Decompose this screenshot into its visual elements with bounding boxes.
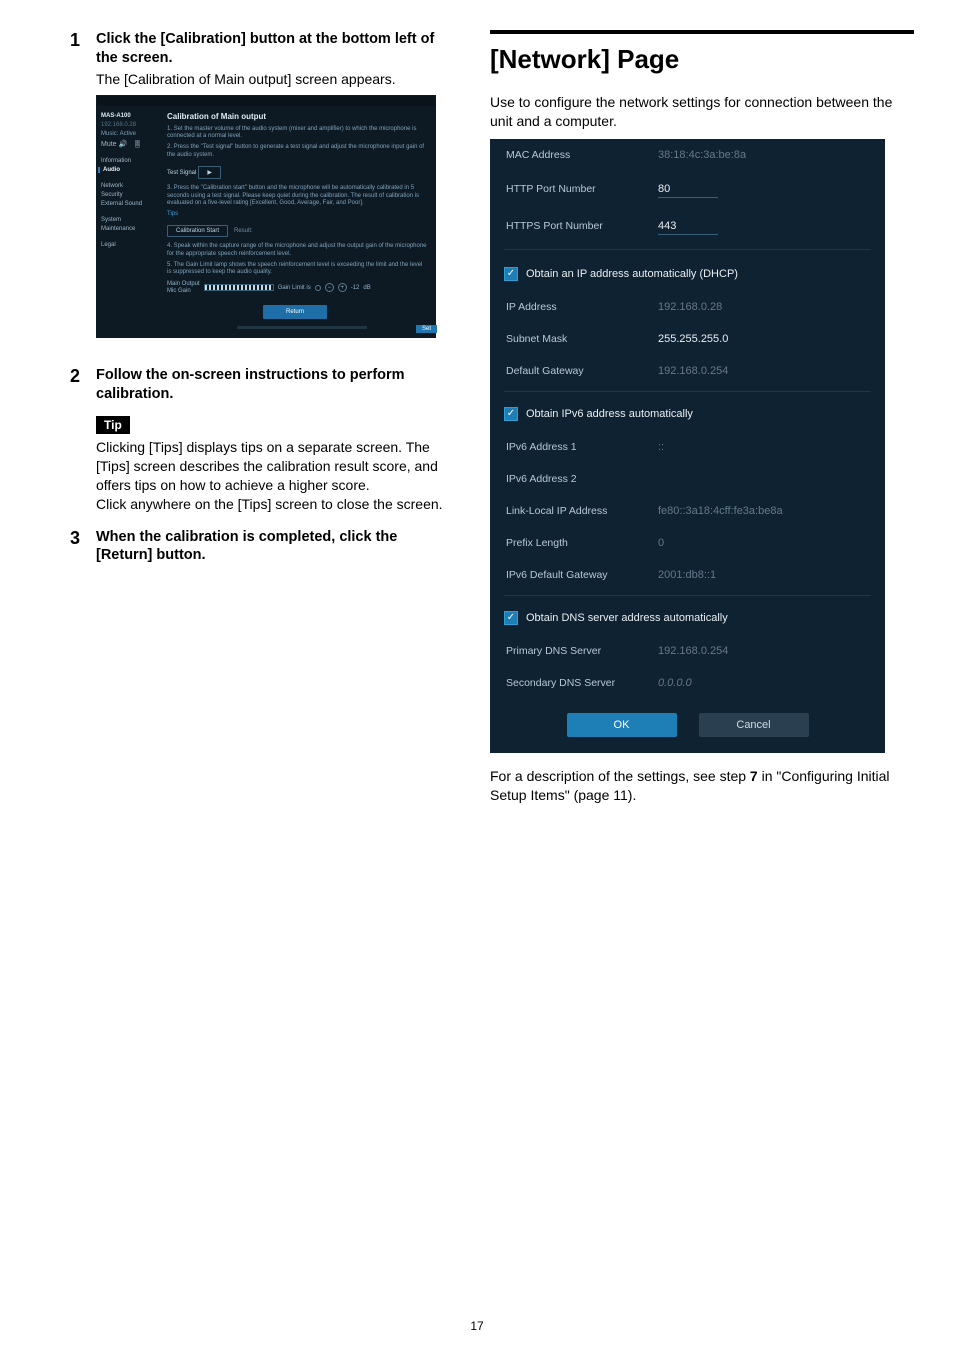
- app-heading: Calibration of Main output: [167, 112, 427, 121]
- default-gateway-label: Default Gateway: [506, 365, 646, 377]
- step-number-2: 2: [70, 366, 86, 513]
- sidebar-item-system[interactable]: System: [101, 217, 155, 223]
- meter-label-2: Mic Gain: [167, 288, 200, 295]
- sidebar-item-maintenance[interactable]: Maintenance: [101, 226, 155, 232]
- app-step4-text: 4. Speak within the capture range of the…: [167, 243, 427, 259]
- tips-link[interactable]: Tips: [167, 211, 178, 217]
- gain-limit-label: Gain Limit is: [278, 285, 311, 291]
- step-number-1: 1: [70, 30, 86, 352]
- app-scrollbar[interactable]: [237, 326, 367, 329]
- https-port-label: HTTPS Port Number: [506, 220, 646, 232]
- after-step-number: 7: [750, 768, 758, 784]
- step-3-title: When the calibration is completed, click…: [96, 528, 450, 566]
- cancel-button[interactable]: Cancel: [699, 713, 809, 737]
- step-2-title: Follow the on-screen instructions to per…: [96, 366, 450, 404]
- tip-text-2: Click anywhere on the [Tips] screen to c…: [96, 495, 450, 514]
- sidebar-item-network[interactable]: Network: [101, 183, 155, 189]
- result-label: Result:: [234, 228, 253, 234]
- gain-value: -12: [351, 285, 360, 291]
- gain-limit-lamp: [315, 285, 321, 291]
- https-port-input[interactable]: 443: [658, 218, 718, 235]
- gain-minus-button[interactable]: −: [325, 283, 334, 292]
- sidebar-item-external-sound[interactable]: External Sound: [101, 201, 155, 207]
- lead-text: Use to configure the network settings fo…: [490, 93, 914, 131]
- network-settings-panel: MAC Address 38:18:4c:3a:be:8a HTTP Port …: [490, 139, 885, 753]
- primary-dns-label: Primary DNS Server: [506, 645, 646, 657]
- after-text: For a description of the settings, see s…: [490, 767, 914, 806]
- app-step2-text: 2. Press the "Test signal" button to gen…: [167, 144, 427, 160]
- mac-address-label: MAC Address: [506, 149, 646, 161]
- app-ip-small: 192.168.0.28: [101, 122, 155, 128]
- app-mute-row: Mute 🔊 🎚: [101, 140, 155, 148]
- tip-text-1: Clicking [Tips] displays tips on a separ…: [96, 438, 450, 495]
- secondary-dns-label: Secondary DNS Server: [506, 677, 646, 689]
- primary-dns-value: 192.168.0.254: [658, 645, 728, 657]
- gain-unit: dB: [363, 285, 370, 291]
- section-rule: [490, 30, 914, 34]
- calibration-screenshot: MAS-A100 192.168.0.28 Music: Active Mute…: [96, 95, 436, 339]
- ipv6-addr1-label: IPv6 Address 1: [506, 441, 646, 453]
- sidebar-item-audio[interactable]: Audio: [98, 167, 155, 173]
- step-1-title: Click the [Calibration] button at the bo…: [96, 30, 450, 68]
- gain-plus-button[interactable]: +: [338, 283, 347, 292]
- ipv6-addr1-value: ::: [658, 441, 664, 453]
- secondary-dns-value: 0.0.0.0: [658, 677, 692, 689]
- dns-head-label: Obtain DNS server address automatically: [526, 612, 728, 624]
- dns-auto-checkbox[interactable]: ✓: [504, 611, 518, 625]
- mic-gain-meter: [204, 284, 274, 291]
- app-music-label: Music: Active: [101, 131, 155, 137]
- meter-label-1: Main Output: [167, 281, 200, 288]
- prefix-length-value: 0: [658, 537, 664, 549]
- step-number-3: 3: [70, 528, 86, 566]
- ipv6-gateway-label: IPv6 Default Gateway: [506, 569, 646, 581]
- ipv6-gateway-value: 2001:db8::1: [658, 569, 716, 581]
- ipv6-head-label: Obtain IPv6 address automatically: [526, 408, 693, 420]
- http-port-input[interactable]: 80: [658, 181, 718, 198]
- dhcp-checkbox[interactable]: ✓: [504, 267, 518, 281]
- app-step3-text: 3. Press the "Calibration start" button …: [167, 185, 427, 208]
- http-port-label: HTTP Port Number: [506, 183, 646, 195]
- app-step5-text: 5. The Gain Limit lamp shows the speech …: [167, 262, 427, 278]
- ip-address-label: IP Address: [506, 301, 646, 313]
- ip-address-value: 192.168.0.28: [658, 301, 722, 313]
- default-gateway-value: 192.168.0.254: [658, 365, 728, 377]
- app-sidebar: MAS-A100 192.168.0.28 Music: Active Mute…: [97, 106, 159, 338]
- step-1-sub: The [Calibration of Main output] screen …: [96, 70, 450, 89]
- test-signal-label: Test Signal: [167, 170, 196, 176]
- ipv6-addr2-label: IPv6 Address 2: [506, 473, 646, 485]
- mac-address-value: 38:18:4c:3a:be:8a: [658, 149, 746, 161]
- link-local-label: Link-Local IP Address: [506, 505, 646, 517]
- page-number: 17: [0, 1319, 954, 1333]
- app-device: MAS-A100: [101, 113, 155, 119]
- dhcp-head-label: Obtain an IP address automatically (DHCP…: [526, 268, 738, 280]
- sidebar-item-legal[interactable]: Legal: [101, 242, 155, 248]
- app-step1-text: 1. Set the master volume of the audio sy…: [167, 126, 427, 142]
- subnet-mask-value: 255.255.255.0: [658, 333, 728, 345]
- sidebar-item-security[interactable]: Security: [101, 192, 155, 198]
- page-title: [Network] Page: [490, 44, 914, 75]
- return-button[interactable]: Return: [263, 305, 327, 319]
- ipv6-auto-checkbox[interactable]: ✓: [504, 407, 518, 421]
- tip-tag: Tip: [96, 416, 130, 434]
- subnet-mask-label: Subnet Mask: [506, 333, 646, 345]
- calibration-start-button[interactable]: Calibration Start: [167, 225, 228, 237]
- ok-button[interactable]: OK: [567, 713, 677, 737]
- set-chip[interactable]: Set: [416, 325, 437, 333]
- test-signal-play-button[interactable]: [198, 166, 221, 179]
- sidebar-item-information[interactable]: Information: [101, 158, 155, 164]
- prefix-length-label: Prefix Length: [506, 537, 646, 549]
- link-local-value: fe80::3a18:4cff:fe3a:be8a: [658, 505, 783, 517]
